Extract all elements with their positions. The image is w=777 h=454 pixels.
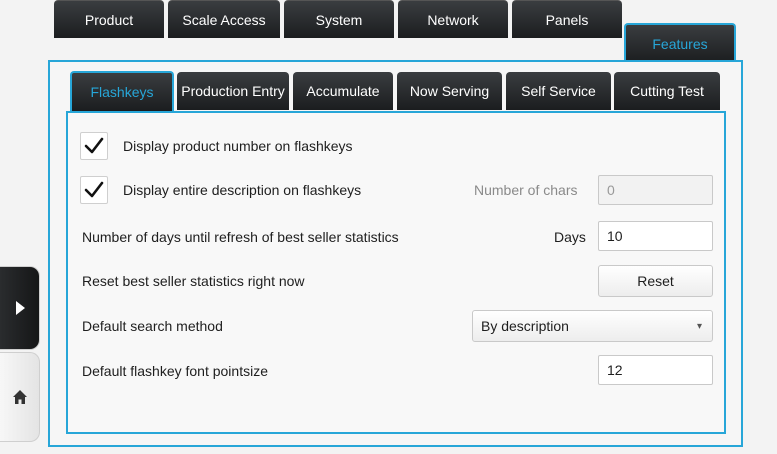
checkmark-icon — [84, 137, 104, 154]
display-product-number-label: Display product number on flashkeys — [123, 138, 353, 154]
tab-flashkeys[interactable]: Flashkeys — [70, 71, 174, 111]
tab-panels[interactable]: Panels — [512, 0, 622, 38]
font-pointsize-label: Default flashkey font pointsize — [82, 363, 268, 379]
font-pointsize-field[interactable]: 12 — [598, 355, 713, 385]
refresh-days-field[interactable]: 10 — [598, 221, 713, 251]
display-entire-description-checkbox[interactable] — [80, 176, 108, 204]
checkmark-icon — [84, 181, 104, 198]
reset-stats-label: Reset best seller statistics right now — [82, 273, 305, 289]
expand-drawer-button[interactable] — [0, 266, 40, 350]
refresh-days-label: Number of days until refresh of best sel… — [82, 229, 399, 245]
number-of-chars-label: Number of chars — [474, 182, 578, 198]
tab-features[interactable]: Features — [624, 23, 736, 63]
search-method-label: Default search method — [82, 318, 223, 334]
tab-product[interactable]: Product — [54, 0, 164, 38]
display-entire-description-label: Display entire description on flashkeys — [123, 182, 362, 198]
search-method-select[interactable]: By description ▾ — [472, 310, 713, 342]
tab-self-service[interactable]: Self Service — [506, 72, 611, 110]
tab-system[interactable]: System — [284, 0, 394, 38]
tab-scale-access[interactable]: Scale Access — [168, 0, 280, 38]
display-product-number-checkbox[interactable] — [80, 132, 108, 160]
chevron-down-icon: ▾ — [696, 320, 702, 332]
tab-cutting-test[interactable]: Cutting Test — [614, 72, 720, 110]
tab-accumulate[interactable]: Accumulate — [293, 72, 393, 110]
tab-network[interactable]: Network — [398, 0, 508, 38]
reset-button[interactable]: Reset — [598, 265, 713, 297]
tab-production-entry[interactable]: Production Entry — [177, 72, 289, 110]
days-unit-label: Days — [554, 229, 586, 245]
search-method-value: By description — [481, 318, 569, 334]
tab-now-serving[interactable]: Now Serving — [397, 72, 502, 110]
number-of-chars-field[interactable]: 0 — [598, 175, 713, 205]
play-arrow-icon — [15, 301, 25, 315]
home-button[interactable] — [0, 352, 40, 442]
home-icon — [12, 390, 27, 404]
